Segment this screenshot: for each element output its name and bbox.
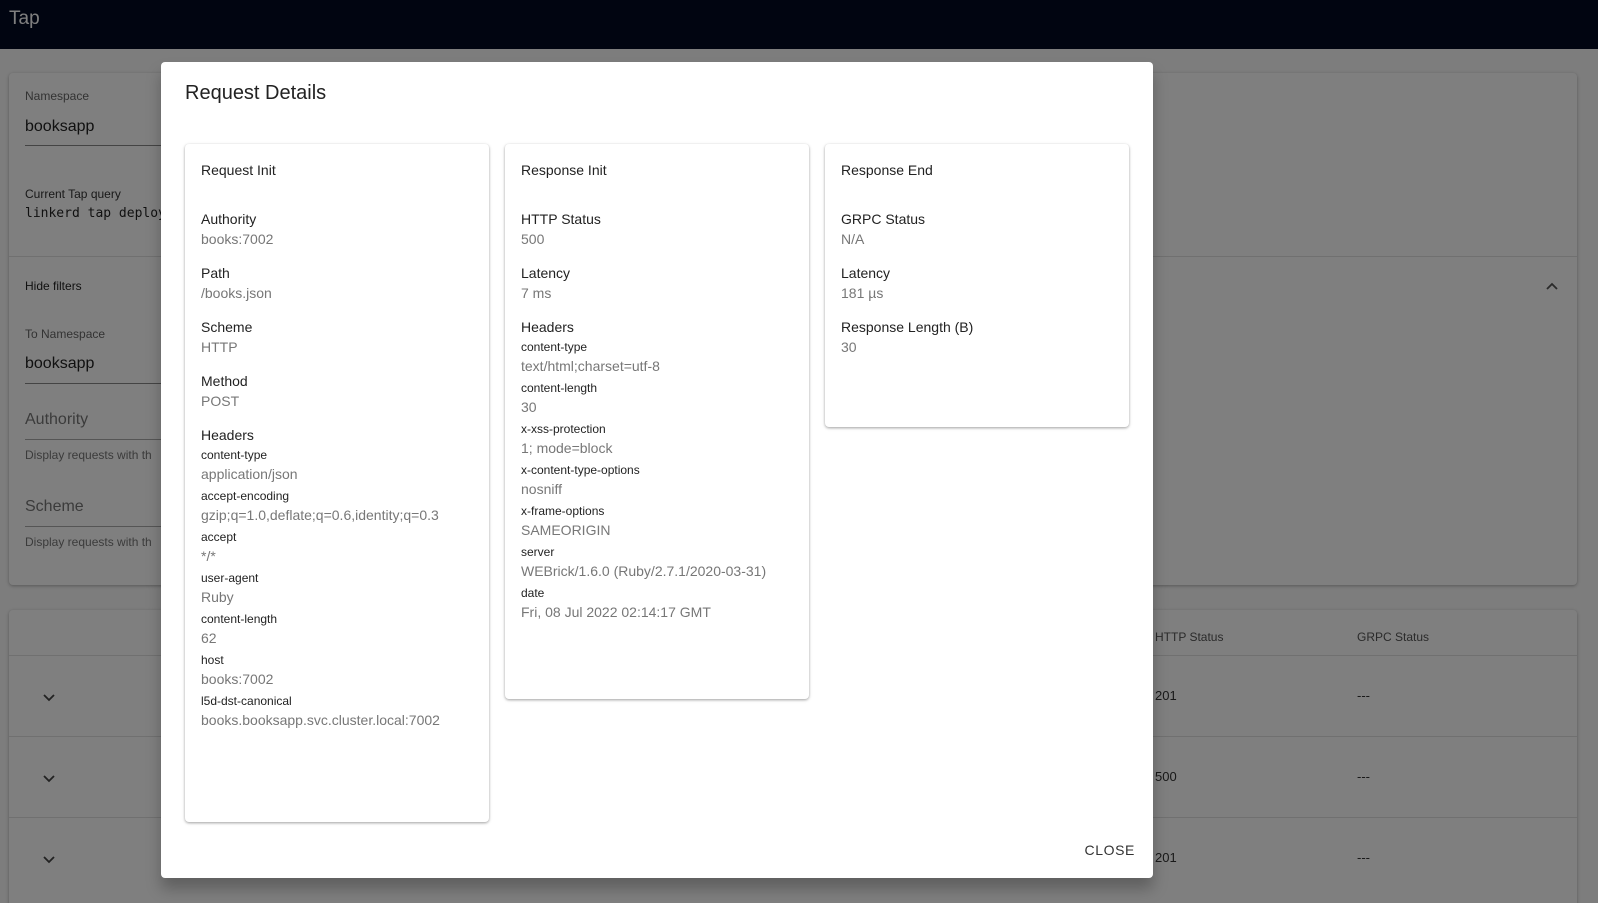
- method-field: Method POST: [201, 372, 473, 411]
- response-header-item: content-type text/html;charset=utf-8: [521, 339, 793, 376]
- response-length-label: Response Length (B): [841, 319, 974, 335]
- grpc-status-field: GRPC Status N/A: [841, 210, 1113, 249]
- grpc-status-label: GRPC Status: [841, 211, 926, 227]
- header-key: x-content-type-options: [521, 463, 640, 477]
- dialog-title: Request Details: [185, 82, 327, 104]
- close-button[interactable]: CLOSE: [1085, 838, 1135, 862]
- header-key: user-agent: [201, 571, 259, 585]
- authority-value: books:7002: [201, 231, 274, 247]
- header-key: x-xss-protection: [521, 422, 606, 436]
- header-key: accept: [201, 530, 237, 544]
- grpc-status-value: N/A: [841, 231, 865, 247]
- response-length-field: Response Length (B) 30: [841, 318, 1113, 357]
- latency-value: 7 ms: [521, 285, 552, 301]
- request-header-item: user-agent Ruby: [201, 570, 473, 607]
- header-key: server: [521, 545, 555, 559]
- response-header-item: x-frame-options SAMEORIGIN: [521, 503, 793, 540]
- response-init-title: Response Init: [521, 162, 607, 178]
- request-header-item: accept */*: [201, 529, 473, 566]
- response-end-title: Response End: [841, 162, 933, 178]
- latency-label: Latency: [521, 265, 571, 281]
- request-header-item: accept-encoding gzip;q=1.0,deflate;q=0.6…: [201, 488, 473, 525]
- response-length-value: 30: [841, 339, 857, 355]
- header-key: date: [521, 586, 545, 600]
- latency-label: Latency: [841, 265, 891, 281]
- request-headers-label: Headers: [201, 427, 254, 443]
- header-value: application/json: [201, 466, 298, 482]
- header-value: Fri, 08 Jul 2022 02:14:17 GMT: [521, 604, 711, 620]
- header-key: accept-encoding: [201, 489, 290, 503]
- header-value: 62: [201, 630, 217, 646]
- scheme-label: Scheme: [201, 319, 253, 335]
- path-value: /books.json: [201, 285, 272, 301]
- method-label: Method: [201, 373, 248, 389]
- response-header-item: content-length 30: [521, 380, 793, 417]
- header-value: gzip;q=1.0,deflate;q=0.6,identity;q=0.3: [201, 507, 439, 523]
- header-value: books:7002: [201, 671, 274, 687]
- header-value: 1; mode=block: [521, 440, 613, 456]
- request-header-item: content-type application/json: [201, 447, 473, 484]
- response-end-panel: Response End GRPC Status N/A Latency 181…: [825, 144, 1129, 427]
- response-init-panel: Response Init HTTP Status 500 Latency 7 …: [505, 144, 809, 699]
- request-header-item: l5d-dst-canonical books.booksapp.svc.clu…: [201, 693, 473, 730]
- http-status-field: HTTP Status 500: [521, 210, 793, 249]
- header-value: nosniff: [521, 481, 562, 497]
- header-key: l5d-dst-canonical: [201, 694, 292, 708]
- authority-label: Authority: [201, 211, 257, 227]
- latency-field: Latency 181 µs: [841, 264, 1113, 303]
- scheme-field: Scheme HTTP: [201, 318, 473, 357]
- authority-field: Authority books:7002: [201, 210, 473, 249]
- request-init-title: Request Init: [201, 162, 276, 178]
- header-key: content-length: [201, 612, 278, 626]
- header-key: host: [201, 653, 224, 667]
- request-header-item: host books:7002: [201, 652, 473, 689]
- method-value: POST: [201, 393, 240, 409]
- response-header-item: date Fri, 08 Jul 2022 02:14:17 GMT: [521, 585, 793, 622]
- header-value: WEBrick/1.6.0 (Ruby/2.7.1/2020-03-31): [521, 563, 767, 579]
- header-value: text/html;charset=utf-8: [521, 358, 660, 374]
- path-label: Path: [201, 265, 230, 281]
- latency-field: Latency 7 ms: [521, 264, 793, 303]
- request-header-item: content-length 62: [201, 611, 473, 648]
- response-header-item: x-xss-protection 1; mode=block: [521, 421, 793, 458]
- header-value: Ruby: [201, 589, 234, 605]
- header-value: 30: [521, 399, 537, 415]
- header-key: content-type: [201, 448, 268, 462]
- path-field: Path /books.json: [201, 264, 473, 303]
- scheme-value: HTTP: [201, 339, 238, 355]
- header-value: SAMEORIGIN: [521, 522, 611, 538]
- header-key: content-type: [521, 340, 588, 354]
- response-headers-label: Headers: [521, 319, 574, 335]
- request-init-panel: Request Init Authority books:7002 Path /…: [185, 144, 489, 822]
- http-status-value: 500: [521, 231, 545, 247]
- header-value: books.booksapp.svc.cluster.local:7002: [201, 712, 440, 728]
- http-status-label: HTTP Status: [521, 211, 601, 227]
- header-key: x-frame-options: [521, 504, 605, 518]
- latency-value: 181 µs: [841, 285, 884, 301]
- header-value: */*: [201, 548, 216, 564]
- response-header-item: x-content-type-options nosniff: [521, 462, 793, 499]
- request-details-dialog: Request Details Request Init Authority b…: [161, 62, 1153, 878]
- header-key: content-length: [521, 381, 598, 395]
- response-header-item: server WEBrick/1.6.0 (Ruby/2.7.1/2020-03…: [521, 544, 793, 581]
